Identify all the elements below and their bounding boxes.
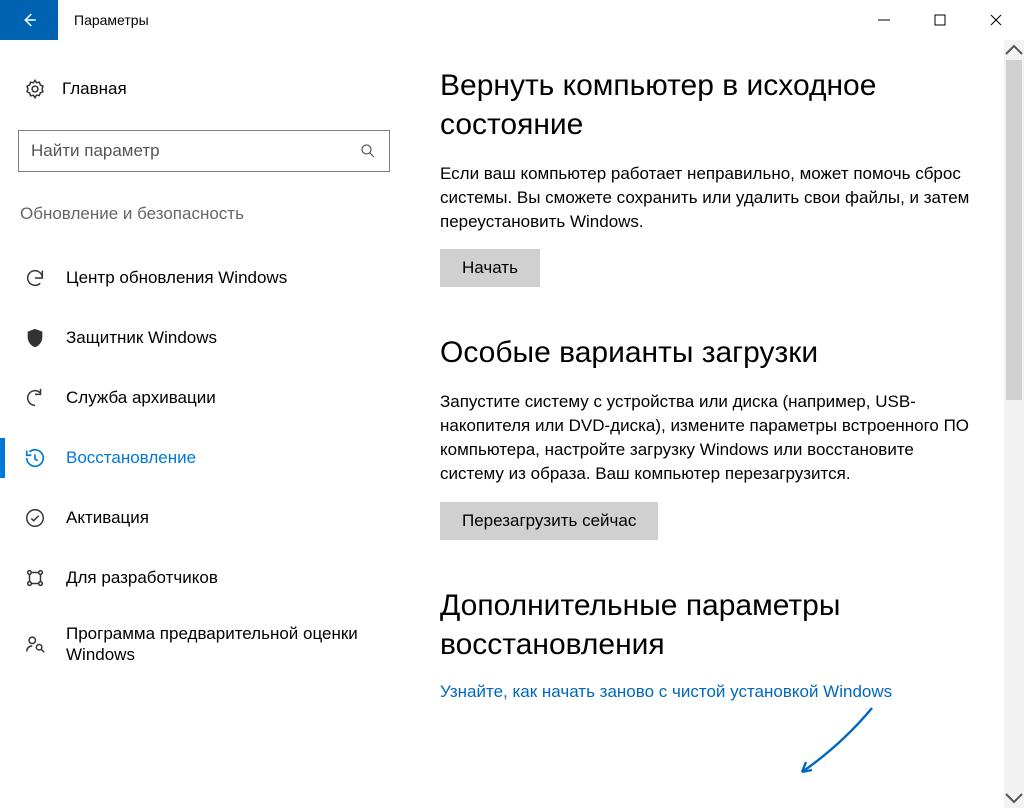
nav-item-label: Восстановление: [66, 447, 196, 468]
back-button[interactable]: [0, 0, 58, 40]
nav-item-label: Активация: [66, 507, 149, 528]
nav-item-label: Центр обновления Windows: [66, 267, 287, 288]
nav-item-label: Для разработчиков: [66, 567, 218, 588]
close-icon: [989, 13, 1003, 27]
window-title: Параметры: [58, 0, 856, 40]
nav-list: Центр обновления Windows Защитник Window…: [18, 248, 390, 680]
advanced-startup-body: Запустите систему с устройства или диска…: [440, 390, 980, 485]
nav-item-recovery[interactable]: Восстановление: [18, 428, 390, 488]
nav-item-label: Служба архивации: [66, 387, 216, 408]
maximize-button[interactable]: [912, 0, 968, 40]
nav-item-defender[interactable]: Защитник Windows: [18, 308, 390, 368]
scroll-down-button[interactable]: [1004, 788, 1024, 808]
close-button[interactable]: [968, 0, 1024, 40]
shield-icon: [24, 327, 46, 349]
scroll-up-button[interactable]: [1004, 40, 1024, 60]
home-label: Главная: [62, 79, 127, 99]
developer-icon: [24, 567, 46, 589]
nav-item-label: Защитник Windows: [66, 327, 217, 348]
gear-icon: [24, 78, 46, 100]
reset-heading: Вернуть компьютер в исходное состояние: [440, 66, 996, 144]
content-pane: Вернуть компьютер в исходное состояние Е…: [408, 40, 1024, 808]
chevron-up-icon: [1004, 40, 1024, 60]
fresh-start-link[interactable]: Узнайте, как начать заново с чистой уста…: [440, 682, 996, 702]
chevron-down-icon: [1004, 788, 1024, 808]
search-placeholder: Найти параметр: [31, 141, 160, 161]
titlebar: Параметры: [0, 0, 1024, 40]
person-search-icon: [24, 633, 46, 655]
minimize-button[interactable]: [856, 0, 912, 40]
check-circle-icon: [24, 507, 46, 529]
nav-item-insider[interactable]: Программа предварительной оценки Windows: [18, 608, 390, 680]
home-button[interactable]: Главная: [18, 68, 390, 110]
restart-now-button[interactable]: Перезагрузить сейчас: [440, 502, 658, 540]
search-icon: [359, 142, 377, 160]
advanced-startup-heading: Особые варианты загрузки: [440, 333, 996, 372]
sidebar: Главная Найти параметр Обновление и безо…: [0, 40, 408, 808]
nav-item-label: Программа предварительной оценки Windows: [66, 623, 390, 666]
scroll-thumb[interactable]: [1006, 60, 1022, 400]
more-recovery-heading: Дополнительные параметры восстановления: [440, 586, 996, 664]
category-label: Обновление и безопасность: [18, 204, 390, 224]
archive-icon: [24, 387, 46, 409]
history-icon: [24, 447, 46, 469]
nav-item-developers[interactable]: Для разработчиков: [18, 548, 390, 608]
reset-start-button[interactable]: Начать: [440, 249, 540, 287]
sync-icon: [24, 267, 46, 289]
window-controls: [856, 0, 1024, 40]
search-input[interactable]: Найти параметр: [18, 130, 390, 172]
nav-item-activation[interactable]: Активация: [18, 488, 390, 548]
maximize-icon: [933, 13, 947, 27]
arrow-left-icon: [20, 11, 38, 29]
vertical-scrollbar[interactable]: [1004, 40, 1024, 808]
nav-item-backup[interactable]: Служба архивации: [18, 368, 390, 428]
reset-body: Если ваш компьютер работает неправильно,…: [440, 162, 980, 233]
minimize-icon: [877, 13, 891, 27]
main-layout: Главная Найти параметр Обновление и безо…: [0, 40, 1024, 808]
nav-item-windows-update[interactable]: Центр обновления Windows: [18, 248, 390, 308]
